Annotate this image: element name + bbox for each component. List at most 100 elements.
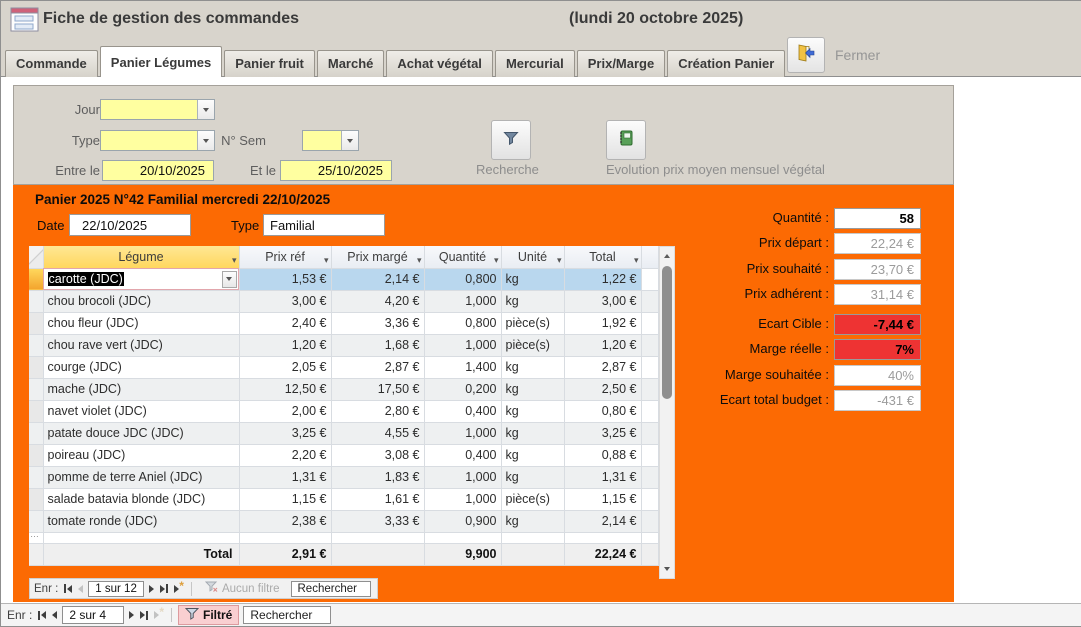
record-selector[interactable] <box>29 444 43 466</box>
cell[interactable]: chou fleur (JDC) <box>43 312 239 334</box>
search-box[interactable]: Rechercher <box>243 606 331 624</box>
cell[interactable]: 0,80 € <box>564 400 641 422</box>
record-selector[interactable] <box>29 356 43 378</box>
search-box[interactable]: Rechercher <box>291 581 371 597</box>
filtered-button[interactable]: Filtré <box>178 605 239 625</box>
close-form-button[interactable] <box>787 37 825 73</box>
cell[interactable]: pièce(s) <box>501 312 564 334</box>
record-position[interactable]: 1 sur 12 <box>88 581 144 597</box>
record-selector[interactable] <box>29 510 43 532</box>
cell[interactable]: 2,14 € <box>331 268 424 290</box>
cell[interactable]: 0,88 € <box>564 444 641 466</box>
date-debut-field[interactable]: 20/10/2025 <box>102 160 214 181</box>
cell[interactable]: 1,000 <box>424 422 501 444</box>
cell[interactable]: 1,22 € <box>564 268 641 290</box>
record-selector[interactable] <box>29 422 43 444</box>
new-record-selector[interactable] <box>29 532 43 543</box>
cell[interactable]: 1,000 <box>424 466 501 488</box>
cell[interactable]: 0,800 <box>424 312 501 334</box>
cell[interactable]: salade batavia blonde (JDC) <box>43 488 239 510</box>
cell[interactable]: 3,33 € <box>331 510 424 532</box>
num-semaine-combo[interactable] <box>302 130 359 151</box>
cell[interactable]: 3,08 € <box>331 444 424 466</box>
cell[interactable]: 2,14 € <box>564 510 641 532</box>
record-position[interactable]: 2 sur 4 <box>62 606 124 624</box>
tab-achat-v-g-tal[interactable]: Achat végétal <box>386 50 493 77</box>
cell[interactable]: 4,55 € <box>331 422 424 444</box>
cell[interactable]: 1,000 <box>424 488 501 510</box>
cell[interactable]: 0,900 <box>424 510 501 532</box>
previous-record-button[interactable] <box>77 585 84 593</box>
cell[interactable]: 1,20 € <box>239 334 331 356</box>
cell[interactable]: 1,61 € <box>331 488 424 510</box>
tab-commande[interactable]: Commande <box>5 50 98 77</box>
recherche-button[interactable] <box>491 120 531 160</box>
cell[interactable]: 2,80 € <box>331 400 424 422</box>
column-filter-arrow-icon[interactable] <box>557 250 562 268</box>
cell[interactable]: patate douce JDC (JDC) <box>43 422 239 444</box>
cell[interactable]: 2,20 € <box>239 444 331 466</box>
chevron-down-icon[interactable] <box>197 100 214 119</box>
column-filter-arrow-icon[interactable] <box>324 250 329 268</box>
cell[interactable]: 1,92 € <box>564 312 641 334</box>
scroll-up-icon[interactable] <box>660 249 674 263</box>
column-filter-arrow-icon[interactable] <box>232 250 237 268</box>
cell[interactable]: kg <box>501 378 564 400</box>
cell[interactable]: 1,000 <box>424 290 501 312</box>
new-record-button[interactable]: * <box>173 582 185 596</box>
column-header-quantit-[interactable]: Quantité <box>424 246 501 268</box>
cell[interactable]: 1,15 € <box>564 488 641 510</box>
column-header-l-gume[interactable]: Légume <box>43 246 239 268</box>
tab-prix-marge[interactable]: Prix/Marge <box>577 50 665 77</box>
cell[interactable]: 0,800 <box>424 268 501 290</box>
cell[interactable]: kg <box>501 268 564 290</box>
jour-combo[interactable] <box>100 99 215 120</box>
column-header-prix-r-f[interactable]: Prix réf <box>239 246 331 268</box>
cell[interactable]: 1,000 <box>424 334 501 356</box>
cell[interactable]: 1,31 € <box>564 466 641 488</box>
tab-cr-ation-panier[interactable]: Création Panier <box>667 50 785 77</box>
cell[interactable]: 2,38 € <box>239 510 331 532</box>
column-filter-arrow-icon[interactable] <box>494 250 499 268</box>
cell[interactable]: 2,05 € <box>239 356 331 378</box>
record-selector[interactable] <box>29 334 43 356</box>
cell[interactable]: 1,15 € <box>239 488 331 510</box>
cell[interactable]: kg <box>501 466 564 488</box>
last-record-button[interactable] <box>159 584 169 593</box>
cell[interactable]: 17,50 € <box>331 378 424 400</box>
table-scrollbar[interactable] <box>659 246 675 579</box>
cell[interactable]: pomme de terre Aniel (JDC) <box>43 466 239 488</box>
cell[interactable]: 2,87 € <box>564 356 641 378</box>
cell[interactable]: 1,400 <box>424 356 501 378</box>
column-filter-arrow-icon[interactable] <box>417 250 422 268</box>
column-header-prix-marg-[interactable]: Prix margé <box>331 246 424 268</box>
tab-march-[interactable]: Marché <box>317 50 385 77</box>
tab-panier-fruit[interactable]: Panier fruit <box>224 50 315 77</box>
cell[interactable]: 3,25 € <box>564 422 641 444</box>
cell[interactable]: 0,200 <box>424 378 501 400</box>
cell[interactable]: poireau (JDC) <box>43 444 239 466</box>
cell[interactable]: mache (JDC) <box>43 378 239 400</box>
cell[interactable]: kg <box>501 400 564 422</box>
cell[interactable]: 12,50 € <box>239 378 331 400</box>
record-selector[interactable] <box>29 290 43 312</box>
cell[interactable]: kg <box>501 290 564 312</box>
cell[interactable]: chou brocoli (JDC) <box>43 290 239 312</box>
cell[interactable]: 1,83 € <box>331 466 424 488</box>
record-selector[interactable] <box>29 400 43 422</box>
cell[interactable]: 2,87 € <box>331 356 424 378</box>
cell[interactable]: courge (JDC) <box>43 356 239 378</box>
scroll-down-icon[interactable] <box>660 562 674 576</box>
legume-editor-cell[interactable]: carotte (JDC) <box>43 268 239 290</box>
cell[interactable]: 1,68 € <box>331 334 424 356</box>
cell[interactable]: 0,400 <box>424 444 501 466</box>
record-selector[interactable] <box>29 378 43 400</box>
cell[interactable]: 1,31 € <box>239 466 331 488</box>
cell[interactable]: chou rave vert (JDC) <box>43 334 239 356</box>
new-record-button[interactable]: * <box>153 608 165 622</box>
column-header-total[interactable]: Total <box>564 246 641 268</box>
tab-mercurial[interactable]: Mercurial <box>495 50 575 77</box>
next-record-button[interactable] <box>148 585 155 593</box>
cell[interactable]: pièce(s) <box>501 334 564 356</box>
chevron-down-icon[interactable] <box>341 131 358 150</box>
